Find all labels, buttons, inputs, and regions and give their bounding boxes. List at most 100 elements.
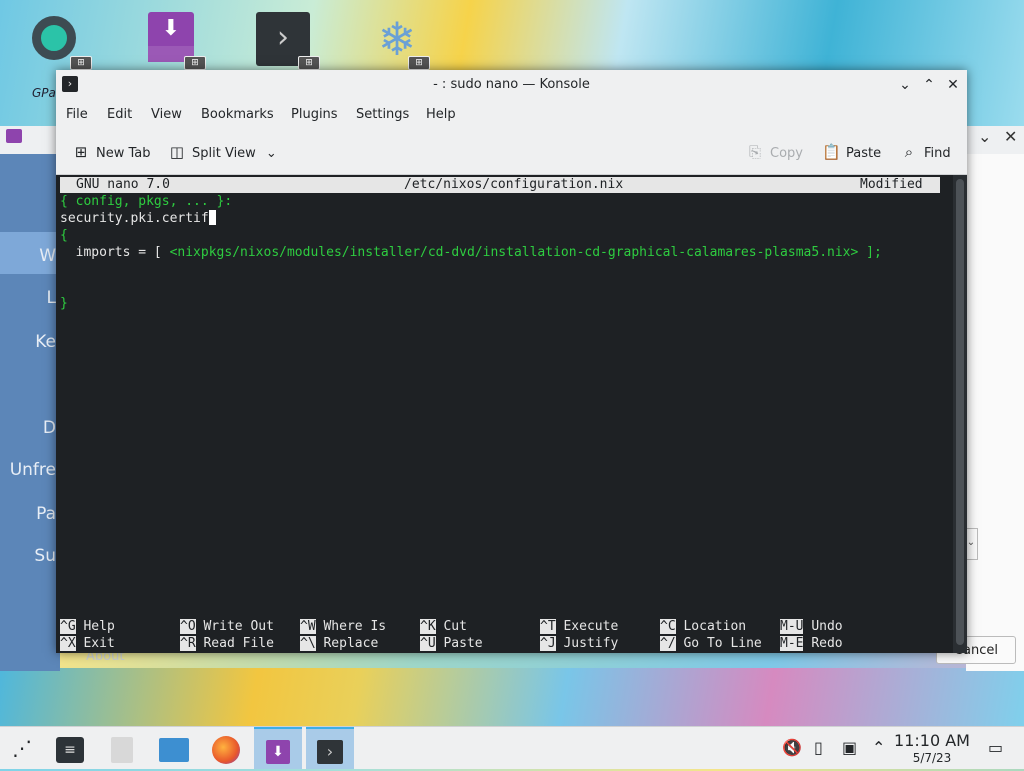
- audio-muted-icon[interactable]: 🔇: [782, 727, 802, 769]
- code-line: { config, pkgs, ... }:: [60, 193, 232, 210]
- gparted-desktop-icon[interactable]: ⊞ GPa: [28, 10, 92, 100]
- konsole-desktop-icon[interactable]: › ⊞: [256, 10, 320, 72]
- shortcut-label: Write Out: [203, 619, 274, 634]
- shortcut-label: Where Is: [323, 619, 387, 634]
- shortcut-key: ^X: [60, 636, 76, 651]
- shortcut-justify: ^J Justify: [540, 635, 618, 652]
- code-line: {: [60, 228, 68, 243]
- sidebar-item: L: [46, 288, 56, 308]
- search-icon: ⌕: [904, 143, 914, 161]
- shortcut-read-file: ^R Read File: [180, 635, 274, 652]
- split-view-label: Split View: [192, 146, 256, 161]
- paste-icon: 📋: [822, 143, 841, 161]
- code-line: imports = [ <nixpkgs/nixos/modules/insta…: [60, 244, 882, 261]
- shortcut-key: ^/: [660, 636, 676, 651]
- show-desktop-icon[interactable]: ▭: [988, 727, 1003, 769]
- shortcut-key: ^O: [180, 619, 196, 634]
- nano-filename: /etc/nixos/configuration.nix: [404, 177, 624, 192]
- split-view-button[interactable]: ◫ Split View ⌄: [168, 130, 277, 174]
- menu-help[interactable]: Help: [426, 100, 456, 130]
- menu-file[interactable]: File: [66, 100, 88, 130]
- nano-version: GNU nano 7.0: [76, 177, 170, 192]
- sidebar-item: D: [42, 418, 56, 438]
- link-badge-icon: ⊞: [298, 56, 320, 70]
- konsole-window: › - : sudo nano — Konsole ⌄ ⌃ ✕ File Edi…: [56, 70, 967, 653]
- nano-header: GNU nano 7.0 /etc/nixos/configuration.ni…: [60, 177, 940, 193]
- copy-button[interactable]: ⎘ Copy: [746, 130, 803, 174]
- menu-bookmarks[interactable]: Bookmarks: [201, 100, 274, 130]
- firefox-icon[interactable]: [204, 727, 248, 769]
- scrollbar-thumb[interactable]: [956, 179, 964, 645]
- shortcut-paste: ^U Paste: [420, 635, 483, 652]
- shortcut-label: Replace: [323, 636, 379, 651]
- find-button[interactable]: ⌕ Find: [900, 130, 951, 174]
- taskbar: ⋰ ≡ ⬇ › 🔇 ▯ ▣ ⌃ 11:10 AM 5/7/23 ▭: [0, 726, 1024, 769]
- install-system-desktop-icon[interactable]: ⬇ ⊞: [142, 10, 206, 72]
- code-text: ];: [858, 245, 882, 260]
- link-badge-icon: ⊞: [184, 56, 206, 70]
- shortcut-label: Paste: [443, 636, 483, 651]
- shortcut-go-to-line: ^/ Go To Line: [660, 635, 762, 652]
- shortcut-key: ^K: [420, 619, 436, 634]
- split-view-icon: ◫: [169, 143, 185, 161]
- clock[interactable]: 11:10 AM 5/7/23: [892, 731, 972, 765]
- minimize-icon[interactable]: ⌄: [896, 76, 914, 94]
- close-icon[interactable]: ✕: [944, 76, 962, 94]
- paste-label: Paste: [846, 146, 882, 161]
- new-tab-label: New Tab: [96, 146, 151, 161]
- shortcut-key: ^U: [420, 636, 436, 651]
- file-manager-icon[interactable]: [152, 727, 196, 769]
- find-label: Find: [924, 146, 951, 161]
- shortcut-where-is: ^W Where Is: [300, 618, 386, 635]
- terminal-area[interactable]: GNU nano 7.0 /etc/nixos/configuration.ni…: [56, 175, 953, 653]
- sidebar-item: W: [39, 246, 56, 266]
- shortcut-replace: ^\ Replace: [300, 635, 378, 652]
- sidebar-item: Su: [34, 546, 56, 566]
- system-settings-icon[interactable]: ≡: [48, 727, 92, 769]
- link-badge-icon: ⊞: [70, 56, 92, 70]
- menu-edit[interactable]: Edit: [107, 100, 132, 130]
- chevron-down-icon[interactable]: ⌄: [978, 129, 992, 145]
- shortcut-label: Cut: [443, 619, 467, 634]
- shortcut-redo: M-E Redo: [780, 635, 843, 652]
- menu-settings[interactable]: Settings: [356, 100, 409, 130]
- shortcut-label: Exit: [83, 636, 115, 651]
- clock-date: 5/7/23: [912, 751, 952, 765]
- shortcut-label: Execute: [563, 619, 619, 634]
- nixos-desktop-icon[interactable]: ❄ ⊞: [366, 10, 430, 72]
- shortcut-help: ^G Help: [60, 618, 115, 635]
- installer-content: [966, 154, 1024, 671]
- new-tab-icon: ⊞: [74, 143, 88, 161]
- shortcut-key: ^R: [180, 636, 196, 651]
- new-tab-button[interactable]: ⊞ New Tab: [72, 130, 151, 174]
- chevron-up-icon[interactable]: ⌃: [872, 727, 885, 769]
- usb-device-icon[interactable]: ▯: [814, 727, 823, 769]
- code-text: imports = [: [60, 245, 170, 260]
- sidebar-item: Ke: [35, 332, 56, 352]
- menu-view[interactable]: View: [151, 100, 182, 130]
- toolbar: ⊞ New Tab ◫ Split View ⌄ ⎘ Copy 📋 Paste ⌕ Find: [56, 130, 967, 175]
- terminal-scrollbar[interactable]: [953, 175, 967, 653]
- clock-time: 11:10 AM: [894, 731, 970, 750]
- menu-plugins[interactable]: Plugins: [291, 100, 338, 130]
- konsole-titlebar[interactable]: › - : sudo nano — Konsole ⌄ ⌃ ✕: [56, 70, 967, 100]
- nano-status: Modified: [860, 177, 923, 192]
- konsole-task[interactable]: ›: [306, 727, 354, 769]
- shortcut-exit: ^X Exit: [60, 635, 115, 652]
- code-text: { config, pkgs, ... }:: [60, 194, 233, 209]
- installer-task[interactable]: ⬇: [254, 727, 302, 769]
- shortcut-undo: M-U Undo: [780, 618, 843, 635]
- shortcut-key: ^G: [60, 619, 76, 634]
- close-icon[interactable]: ✕: [1004, 129, 1017, 145]
- shortcut-write-out: ^O Write Out: [180, 618, 274, 635]
- document-icon[interactable]: [100, 727, 144, 769]
- menubar: File Edit View Bookmarks Plugins Setting…: [56, 100, 967, 130]
- shortcut-key: ^W: [300, 619, 316, 634]
- app-launcher-icon[interactable]: ⋰: [0, 727, 44, 769]
- maximize-icon[interactable]: ⌃: [920, 76, 938, 94]
- text-cursor: [208, 210, 216, 225]
- paste-button[interactable]: 📋 Paste: [822, 130, 881, 174]
- shortcut-label: Redo: [811, 636, 843, 651]
- shortcut-cut: ^K Cut: [420, 618, 467, 635]
- network-icon[interactable]: ▣: [842, 727, 857, 769]
